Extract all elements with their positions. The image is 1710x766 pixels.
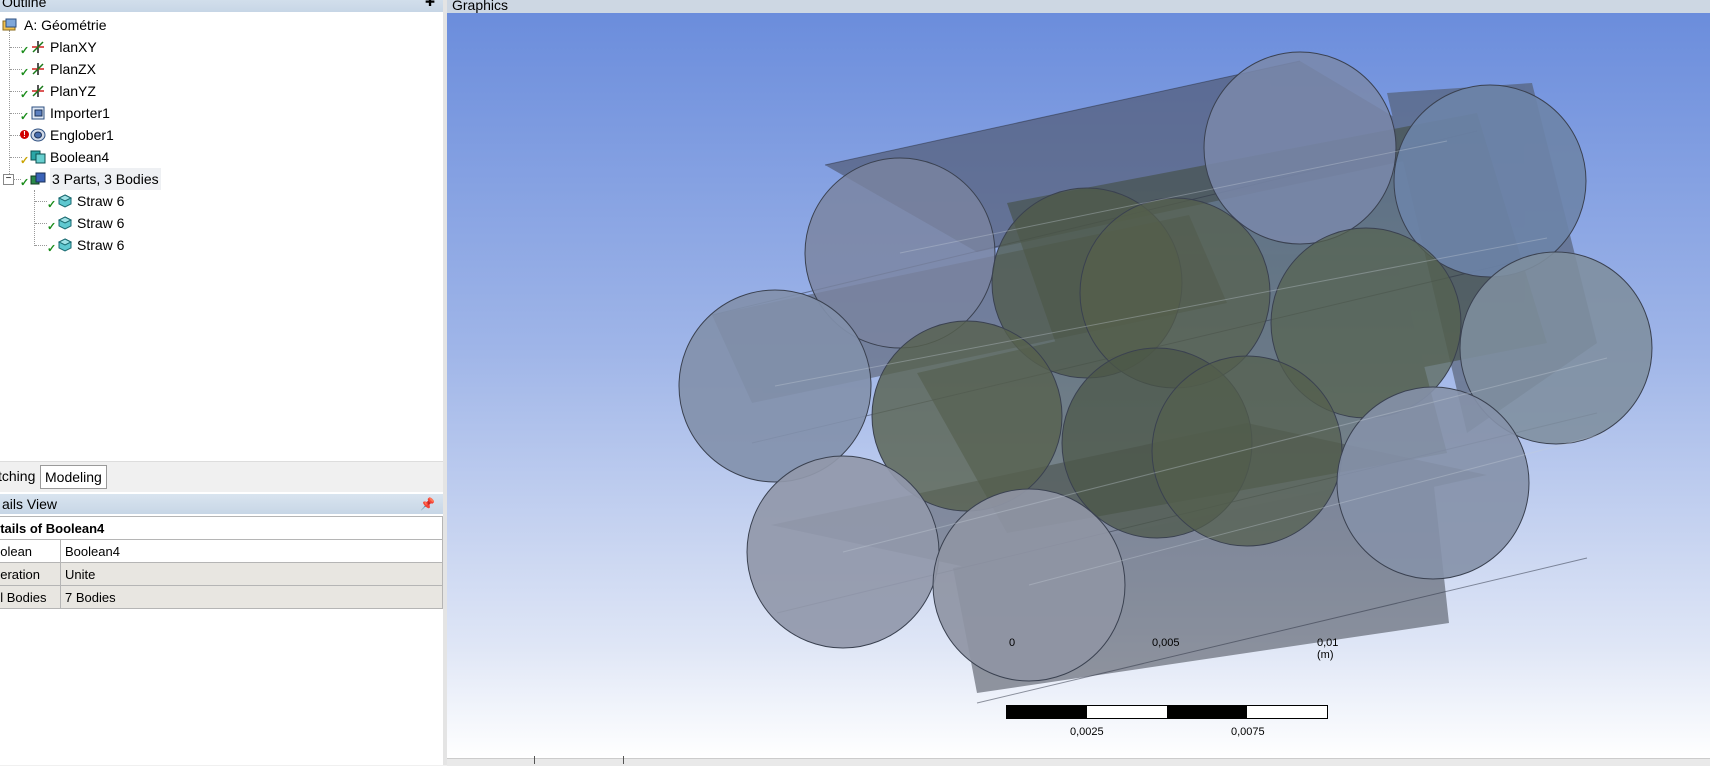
import-icon xyxy=(31,106,45,120)
tree-item-importer1[interactable]: ✓ Importer1 xyxy=(0,102,200,124)
prop-value[interactable]: Unite xyxy=(60,562,443,586)
prop-key: ol Bodies xyxy=(0,585,61,609)
tree-item-label: Straw 6 xyxy=(77,237,125,253)
graphics-title-bar: Graphics xyxy=(447,0,1710,13)
outline-title: Outline xyxy=(2,0,47,10)
geometry-icon xyxy=(2,18,17,31)
tree-item-label: Boolean4 xyxy=(50,149,110,165)
tree-item-boolean4[interactable]: ✓ Boolean4 xyxy=(0,146,200,168)
graphics-panel: Graphics 0 0,005 0,01 (m) 0,0025 0,0075 xyxy=(447,0,1710,766)
body-icon xyxy=(57,238,73,252)
pin-icon[interactable]: 📌 xyxy=(418,494,435,514)
body-icon xyxy=(57,194,73,208)
body-icon xyxy=(57,216,73,230)
pin-icon[interactable]: ✚ xyxy=(423,0,435,12)
tree-connector xyxy=(35,201,47,203)
parts-icon xyxy=(30,172,46,185)
tab-modeling[interactable]: Modeling xyxy=(40,465,107,489)
tree-item-planxy[interactable]: ✓ PlanXY xyxy=(0,36,200,58)
scale-label: 0,005 xyxy=(1152,637,1180,649)
plane-icon xyxy=(32,41,44,53)
mode-tabs: tching Modeling xyxy=(0,461,443,492)
plane-icon xyxy=(32,63,44,75)
scale-bar-segment xyxy=(1167,706,1247,718)
tree-root-label: A: Géométrie xyxy=(24,17,107,33)
plane-icon xyxy=(32,85,44,97)
tree-item-straw[interactable]: ✓ Straw 6 xyxy=(0,212,200,234)
tab-divider xyxy=(534,756,535,764)
tree-item-planzx[interactable]: ✓ PlanZX xyxy=(0,58,200,80)
tree-item-englober1[interactable]: ! Englober1 xyxy=(0,124,200,146)
enclosure-icon xyxy=(30,128,46,142)
check-icon: ✓ xyxy=(47,243,57,255)
tree-connector xyxy=(35,245,47,247)
tree-item-parts[interactable]: − ✓ 3 Parts, 3 Bodies xyxy=(0,168,200,190)
tree-item-straw[interactable]: ✓ Straw 6 xyxy=(0,190,200,212)
tree-item-label: Straw 6 xyxy=(77,215,125,231)
tree-item-straw[interactable]: ✓ Straw 6 xyxy=(0,234,200,256)
cylinder-end xyxy=(1151,355,1343,547)
scale-bar-segment xyxy=(1007,706,1087,718)
tree-item-label: Straw 6 xyxy=(77,193,125,209)
tree-item-label: PlanZX xyxy=(50,61,96,77)
tab-sketching[interactable]: tching xyxy=(0,465,39,487)
boolean-icon xyxy=(30,150,46,164)
left-panel: Outline ✚ A: Géométrie ✓ PlanXY ✓ PlanZX… xyxy=(0,0,443,765)
prop-value[interactable]: 7 Bodies xyxy=(60,585,443,609)
scale-label: 0 xyxy=(1009,637,1016,649)
graphics-title: Graphics xyxy=(452,0,509,13)
tree-item-label: 3 Parts, 3 Bodies xyxy=(50,168,161,190)
prop-key: oolean xyxy=(0,539,61,563)
prop-key: peration xyxy=(0,562,61,586)
scale-label: 0,0075 xyxy=(1231,726,1265,738)
tree-item-planyz[interactable]: ✓ PlanYZ xyxy=(0,80,200,102)
outline-title-bar: Outline ✚ xyxy=(0,0,443,12)
scale-label: 0,0025 xyxy=(1070,726,1104,738)
graphics-viewport[interactable]: 0 0,005 0,01 (m) 0,0025 0,0075 xyxy=(447,13,1710,758)
tree-item-label: PlanYZ xyxy=(50,83,96,99)
cylinder-end xyxy=(1336,386,1530,580)
cylinder-end xyxy=(1203,51,1397,245)
model-view[interactable] xyxy=(447,13,1710,758)
tree-root[interactable]: A: Géométrie xyxy=(0,14,200,36)
tree-item-label: Englober1 xyxy=(50,127,114,143)
scale-label: 0,01 (m) xyxy=(1317,637,1339,661)
details-header: etails of Boolean4 xyxy=(0,516,443,540)
tree-connector xyxy=(35,223,47,225)
details-title: ails View xyxy=(2,496,57,512)
tree-item-label: PlanXY xyxy=(50,39,97,55)
prop-value[interactable]: Boolean4 xyxy=(60,539,443,563)
tab-divider xyxy=(623,756,624,764)
tree-item-label: Importer1 xyxy=(50,105,110,121)
error-icon: ! xyxy=(20,130,29,139)
details-table: etails of Boolean4 oolean Boolean4 perat… xyxy=(0,516,443,609)
details-title-bar: ails View 📌 xyxy=(0,494,443,514)
